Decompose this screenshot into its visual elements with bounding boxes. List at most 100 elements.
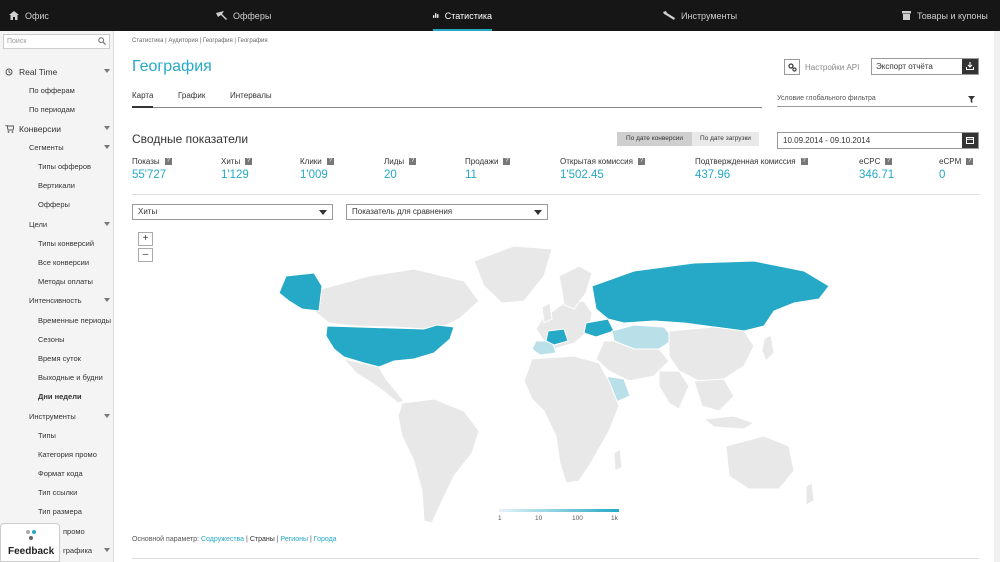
legend-tick: 100 [572,515,583,522]
sidebar-item-tools[interactable]: Инструменты [29,412,76,421]
chevron-down-icon[interactable] [104,126,110,130]
stat-ecpc: eCPC? 346.71 [859,157,894,181]
sidebar-item-conversions[interactable]: Конверсии [19,124,61,134]
map-greenland [473,245,553,304]
map-scandinavia [558,265,593,310]
stat-value: 0 [939,169,946,181]
stat-value: 1'502.45 [560,169,604,181]
help-icon[interactable]: ? [326,158,334,165]
map-mexico [342,358,405,404]
sidebar-item-offers[interactable]: Офферы [38,200,70,209]
download-icon [962,59,978,74]
chevron-down-icon [534,210,542,215]
nav-statistics-label: Статистика [444,10,492,21]
export-report-button[interactable]: Экспорт отчёта [871,58,979,75]
help-icon[interactable]: ? [966,158,974,165]
help-icon[interactable]: ? [637,158,645,165]
chevron-down-icon[interactable] [104,548,110,552]
nav-tools[interactable]: Инструменты [663,0,737,31]
metric-select[interactable]: Хиты [132,204,333,220]
nav-office[interactable]: Офис [9,0,49,31]
nav-goods[interactable]: Товары и купоны [902,0,988,31]
sidebar-item-size-type[interactable]: Тип размера [38,507,82,516]
stat-label: Показы [132,157,160,166]
summary-title: Сводные показатели [132,132,249,146]
sidebar-item-time-of-day[interactable]: Время суток [38,354,81,363]
sidebar-item-segments[interactable]: Сегменты [29,143,64,152]
api-settings-button[interactable] [784,59,800,75]
map-alaska [278,272,323,312]
main-parameter: Основной параметр: Содружества | Страны … [132,536,337,543]
help-icon[interactable]: ? [885,158,893,165]
chevron-down-icon[interactable] [104,222,110,226]
sidebar-item-code-format[interactable]: Формат кода [38,469,83,478]
stat-label: eCPM [939,157,962,166]
stat-label: Открытая комиссия [560,157,633,166]
stat-label: Продажи [465,157,499,166]
help-icon[interactable]: ? [503,158,511,165]
sidebar-item-promo[interactable]: промо [63,527,85,536]
sidebar-item-payment-methods[interactable]: Методы оплаты [38,277,93,286]
sidebar-item-weekdays[interactable]: Дни недели [38,392,82,401]
sidebar-item-time-periods[interactable]: Временные периоды [38,316,111,325]
sidebar-item-graphics[interactable]: графика [63,546,92,555]
stat-value: 20 [384,169,397,181]
chevron-down-icon[interactable] [104,69,110,73]
nav-statistics[interactable]: Статистика [433,0,492,31]
by-load-date-toggle[interactable]: По дате загрузки [692,132,759,146]
nav-offers[interactable]: Офферы [216,0,271,31]
zoom-out-button[interactable]: – [138,248,153,262]
chevron-down-icon[interactable] [104,145,110,149]
legend-tick: 1 [498,515,502,522]
sidebar-item-conversion-types[interactable]: Типы конверсий [38,239,94,248]
by-conversion-date-toggle[interactable]: По дате конверсии [617,132,692,146]
compare-select[interactable]: Показатель для сравнения [346,204,548,220]
world-map[interactable] [274,231,834,531]
sidebar-search-input[interactable]: Поиск [3,34,110,49]
feedback-button[interactable]: Feedback [0,523,60,562]
zoom-in-button[interactable]: + [138,232,153,246]
sidebar-item-seasons[interactable]: Сезоны [38,335,64,344]
date-range-value: 10.09.2014 - 09.10.2014 [783,136,871,145]
sidebar-item-verticals[interactable]: Вертикали [38,181,75,190]
stat-impressions: Показы? 55'727 [132,157,172,181]
sidebar-item-realtime[interactable]: Real Time [19,67,57,77]
sidebar-item-link-type[interactable]: Тип ссылки [38,488,77,497]
sidebar-item-offer-types[interactable]: Типы офферов [38,162,91,171]
tab-chart[interactable]: График [178,91,205,100]
help-icon[interactable]: ? [245,158,253,165]
help-icon[interactable]: ? [800,158,808,165]
breadcrumb: Статистика | Аудитория | География | Гео… [132,38,268,44]
sidebar-item-goals[interactable]: Цели [29,220,47,229]
tab-map[interactable]: Карта [132,91,154,108]
chevron-down-icon[interactable] [104,414,110,418]
param-regions[interactable]: Регионы [281,536,309,543]
sidebar-item-intensity[interactable]: Интенсивность [29,296,82,305]
param-separator: | [276,536,279,543]
stat-label: Подтвержденная комиссия [695,157,796,166]
date-range-input[interactable]: 10.09.2014 - 09.10.2014 [777,132,979,149]
sidebar-item-weekends-weekdays[interactable]: Выходные и будни [38,373,103,382]
param-cities[interactable]: Города [314,536,337,543]
chevron-down-icon[interactable] [104,298,110,302]
param-commonwealths[interactable]: Содружества [201,536,244,543]
api-settings-label[interactable]: Настройки API [805,63,859,72]
sidebar-item-by-periods[interactable]: По периодам [29,105,75,114]
page-scrollbar[interactable] [994,31,1000,562]
stat-value: 55'727 [132,169,167,181]
tab-intervals[interactable]: Интервалы [230,91,272,100]
sidebar-item-by-offers[interactable]: По офферам [29,86,75,95]
divider [132,194,979,195]
sidebar-item-promo-category[interactable]: Категория промо [38,450,97,459]
param-countries[interactable]: Страны [250,536,275,543]
help-icon[interactable]: ? [164,158,172,165]
help-icon[interactable]: ? [409,158,417,165]
history-icon [5,68,13,76]
sidebar-item-types[interactable]: Типы [38,431,56,440]
calendar-icon[interactable] [962,133,978,148]
map-africa [523,355,620,484]
stat-value: 346.71 [859,169,895,181]
global-filter-dropdown[interactable]: Условие глобального фильтра [777,93,977,107]
map-china [668,326,755,382]
sidebar-item-all-conversions[interactable]: Все конверсии [38,258,89,267]
